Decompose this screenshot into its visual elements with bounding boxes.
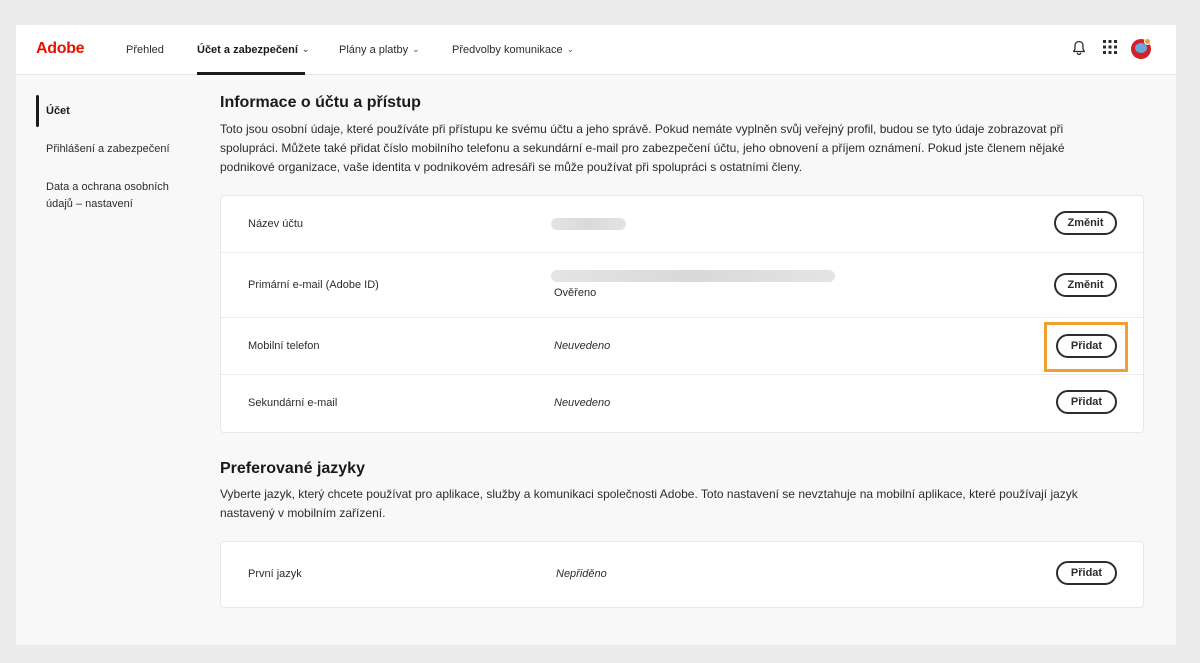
first-language-label: První jazyk	[248, 568, 302, 580]
language-section-description: Vyberte jazyk, který chcete používat pro…	[220, 487, 1078, 520]
chevron-down-icon: ⌄	[301, 43, 310, 54]
mobile-phone-row: Mobilní telefon Neuvedeno Přidat	[221, 318, 1143, 375]
sidebar-item-account[interactable]: Účet	[46, 103, 70, 120]
account-page: Adobe Přehled Účet a zabezpečení ⌄ Plány…	[16, 25, 1176, 645]
nav-account-security[interactable]: Účet a zabezpečení ⌄	[197, 42, 309, 58]
email-verified-status: Ověřeno	[554, 287, 597, 299]
first-language-value: Nepřiděno	[556, 568, 607, 580]
sidebar-item-privacy-settings[interactable]: Data a ochrana osobních údajů – nastaven…	[46, 179, 186, 213]
account-info-card: Název účtu Změnit Primární e-mail (Adobe…	[220, 195, 1144, 433]
first-language-row: První jazyk Nepřiděno Přidat	[221, 542, 1143, 607]
primary-email-row: Primární e-mail (Adobe ID) Ověřeno Změni…	[221, 253, 1143, 318]
nav-communication-preferences[interactable]: Předvolby komunikace ⌄	[452, 42, 574, 58]
account-name-label: Název účtu	[248, 218, 304, 230]
app-grid-icon[interactable]	[1103, 40, 1117, 54]
add-first-language-button[interactable]: Přidat	[1056, 561, 1117, 585]
add-secondary-email-button[interactable]: Přidat	[1056, 390, 1117, 414]
primary-email-label: Primární e-mail (Adobe ID)	[248, 279, 379, 291]
account-section-description: Toto jsou osobní údaje, které používáte …	[220, 122, 1065, 174]
redacted-primary-email	[551, 270, 835, 282]
notification-dot	[1144, 38, 1151, 45]
nav-overview[interactable]: Přehled	[126, 42, 164, 58]
account-section-title: Informace o účtu a přístup	[220, 94, 421, 111]
language-card: První jazyk Nepřiděno Přidat	[220, 541, 1144, 608]
nav-overview-label: Přehled	[126, 44, 164, 56]
nav-plans-payments-label: Plány a platby	[339, 44, 409, 56]
nav-communication-preferences-label: Předvolby komunikace	[452, 44, 563, 56]
sidebar-item-sign-in-security[interactable]: Přihlášení a zabezpečení	[46, 141, 170, 158]
secondary-email-value: Neuvedeno	[554, 397, 611, 409]
sidebar-active-indicator	[36, 95, 39, 127]
secondary-email-row: Sekundární e-mail Neuvedeno Přidat	[221, 375, 1143, 432]
chevron-down-icon: ⌄	[412, 43, 420, 54]
top-navigation-bar: Adobe Přehled Účet a zabezpečení ⌄ Plány…	[16, 25, 1176, 75]
mobile-phone-value: Neuvedeno	[554, 340, 611, 352]
nav-plans-payments[interactable]: Plány a platby ⌄	[339, 42, 420, 58]
mobile-phone-label: Mobilní telefon	[248, 340, 320, 352]
nav-account-security-label: Účet a zabezpečení	[197, 44, 298, 56]
secondary-email-label: Sekundární e-mail	[248, 397, 338, 409]
chevron-down-icon: ⌄	[566, 43, 575, 54]
redacted-account-name	[551, 218, 626, 230]
bell-icon[interactable]	[1072, 40, 1086, 56]
language-section-title: Preferované jazyky	[220, 460, 365, 477]
active-nav-indicator	[197, 72, 305, 75]
change-account-name-button[interactable]: Změnit	[1054, 211, 1117, 235]
adobe-logo[interactable]: Adobe	[36, 40, 85, 58]
change-primary-email-button[interactable]: Změnit	[1054, 273, 1117, 297]
account-name-row: Název účtu Změnit	[221, 196, 1143, 253]
highlight-frame	[1044, 322, 1128, 372]
